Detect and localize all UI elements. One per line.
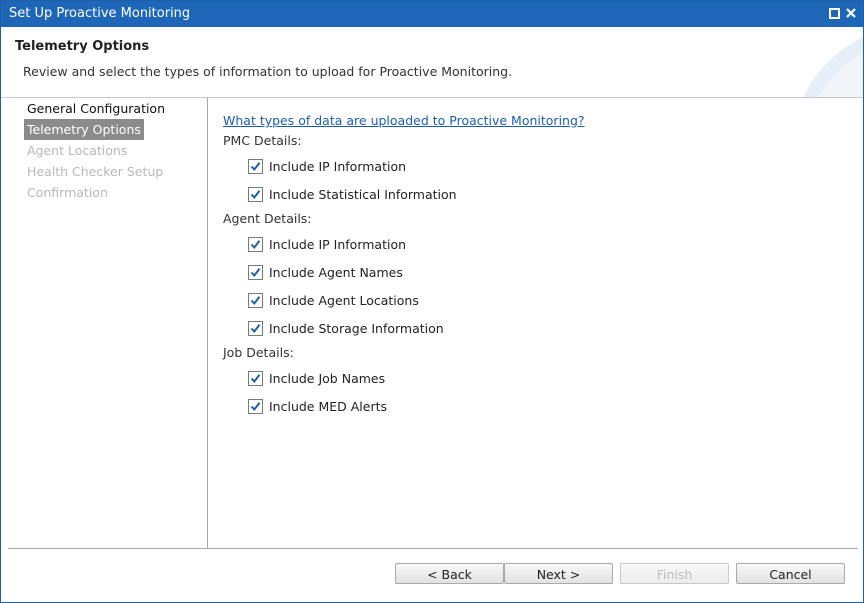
agent-details-heading: Agent Details: <box>223 211 312 226</box>
check-icon <box>250 401 261 411</box>
pmc-stats-checkbox[interactable] <box>248 186 263 202</box>
agent-names-checkbox[interactable] <box>248 264 263 280</box>
check-icon <box>250 323 261 333</box>
setup-dialog: Set Up Proactive Monitoring Telemetry Op… <box>0 0 864 603</box>
check-icon <box>250 239 261 249</box>
next-button[interactable]: Next > <box>504 563 613 584</box>
agent-locations-checkbox[interactable] <box>248 292 263 308</box>
wizard-header: Telemetry Options Review and select the … <box>1 27 863 98</box>
step-agent-locations: Agent Locations <box>27 143 128 158</box>
wizard-steps: General Configuration Telemetry Options … <box>8 98 208 548</box>
agent-storage-checkbox[interactable] <box>248 320 263 336</box>
page-subtitle: Review and select the types of informati… <box>23 64 513 79</box>
pmc-ip-checkbox[interactable] <box>248 158 263 174</box>
agent-ip-option[interactable]: Include IP Information <box>248 235 406 253</box>
job-names-label[interactable]: Include Job Names <box>269 371 385 386</box>
pmc-ip-option[interactable]: Include IP Information <box>248 157 406 175</box>
agent-ip-checkbox[interactable] <box>248 236 263 252</box>
back-button[interactable]: < Back <box>395 563 504 584</box>
pmc-details-heading: PMC Details: <box>223 133 302 148</box>
check-icon <box>250 161 261 171</box>
footer-divider <box>8 548 858 549</box>
cancel-button[interactable]: Cancel <box>736 563 845 584</box>
step-health-checker-setup: Health Checker Setup <box>27 164 164 179</box>
job-details-heading: Job Details: <box>223 345 294 360</box>
step-general-configuration[interactable]: General Configuration <box>24 98 168 119</box>
med-alerts-label[interactable]: Include MED Alerts <box>269 399 387 414</box>
info-link[interactable]: What types of data are uploaded to Proac… <box>223 113 585 128</box>
agent-storage-option[interactable]: Include Storage Information <box>248 319 444 337</box>
page-title: Telemetry Options <box>15 39 150 54</box>
med-alerts-option[interactable]: Include MED Alerts <box>248 397 387 415</box>
step-confirmation: Confirmation <box>27 185 108 200</box>
title-bar[interactable]: Set Up Proactive Monitoring <box>1 1 863 27</box>
telemetry-options-panel: What types of data are uploaded to Proac… <box>208 98 858 548</box>
check-icon <box>250 295 261 305</box>
med-alerts-checkbox[interactable] <box>248 398 263 414</box>
pmc-stats-label[interactable]: Include Statistical Information <box>269 187 457 202</box>
agent-names-label[interactable]: Include Agent Names <box>269 265 403 280</box>
job-names-option[interactable]: Include Job Names <box>248 369 385 387</box>
agent-ip-label[interactable]: Include IP Information <box>269 237 406 252</box>
pmc-ip-label[interactable]: Include IP Information <box>269 159 406 174</box>
header-decoration <box>803 37 863 97</box>
check-icon <box>250 267 261 277</box>
check-icon <box>250 373 261 383</box>
job-names-checkbox[interactable] <box>248 370 263 386</box>
finish-button: Finish <box>620 563 729 584</box>
pmc-stats-option[interactable]: Include Statistical Information <box>248 185 457 203</box>
agent-names-option[interactable]: Include Agent Names <box>248 263 403 281</box>
maximize-icon[interactable] <box>827 6 841 20</box>
agent-storage-label[interactable]: Include Storage Information <box>269 321 444 336</box>
check-icon <box>250 189 261 199</box>
agent-locations-label[interactable]: Include Agent Locations <box>269 293 419 308</box>
step-telemetry-options[interactable]: Telemetry Options <box>24 119 144 140</box>
agent-locations-option[interactable]: Include Agent Locations <box>248 291 419 309</box>
close-icon[interactable] <box>844 6 858 20</box>
window-title: Set Up Proactive Monitoring <box>9 6 191 21</box>
